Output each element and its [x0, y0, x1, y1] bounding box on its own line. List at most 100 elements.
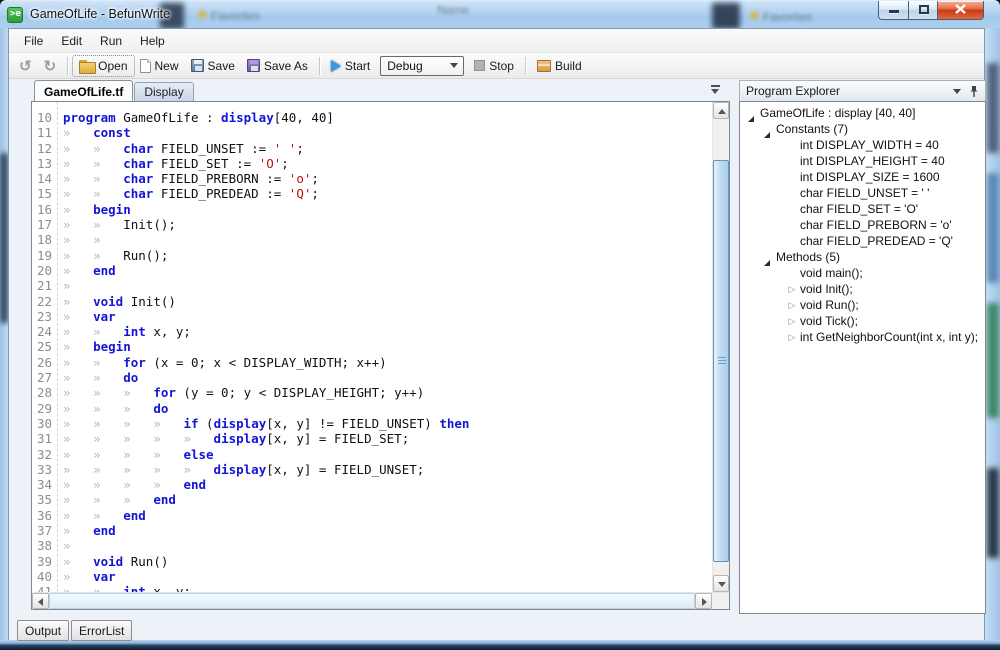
- maximize-icon: [919, 5, 929, 14]
- tab-marker: »: [123, 492, 153, 507]
- start-button[interactable]: Start: [325, 56, 376, 76]
- code-line[interactable]: » » » do: [63, 401, 712, 416]
- tree-item[interactable]: char FIELD_PREDEAD = 'Q': [740, 233, 985, 249]
- code-line[interactable]: »: [63, 538, 712, 553]
- tab-marker: »: [123, 385, 153, 400]
- menu-item-help[interactable]: Help: [131, 31, 174, 51]
- menu-item-edit[interactable]: Edit: [52, 31, 91, 51]
- horizontal-scrollbar[interactable]: [32, 592, 729, 609]
- code-token: char: [123, 156, 153, 171]
- tab-marker: »: [63, 156, 93, 171]
- code-line[interactable]: » » » » if (display[x, y] != FIELD_UNSET…: [63, 416, 712, 431]
- minimize-button[interactable]: [878, 1, 908, 20]
- code-line[interactable]: » » for (x = 0; x < DISPLAY_WIDTH; x++): [63, 355, 712, 370]
- line-number: 25: [32, 339, 52, 354]
- tree-item[interactable]: int GetNeighborCount(int x, int y);: [740, 329, 985, 345]
- code-line[interactable]: » » end: [63, 508, 712, 523]
- tree-item[interactable]: char FIELD_UNSET = ' ': [740, 185, 985, 201]
- code-line[interactable]: » » Init();: [63, 217, 712, 232]
- tree-expander-icon[interactable]: [786, 331, 798, 343]
- tab-gameoflife-tf[interactable]: GameOfLife.tf: [34, 80, 133, 101]
- save-as-button[interactable]: Save As: [241, 56, 314, 76]
- tab-marker: »: [93, 584, 123, 592]
- redo-button[interactable]: [38, 54, 63, 78]
- tree-item[interactable]: int DISPLAY_SIZE = 1600: [740, 169, 985, 185]
- code-line[interactable]: » end: [63, 523, 712, 538]
- tree-item[interactable]: Constants (7): [740, 121, 985, 137]
- scroll-right-button[interactable]: [695, 593, 712, 609]
- code-line[interactable]: » » » » end: [63, 477, 712, 492]
- errorlist-tab[interactable]: ErrorList: [71, 620, 132, 641]
- window-titlebar[interactable]: Favorites Name Favorites GameOfLife - Be…: [0, 0, 1000, 28]
- tree-item-label: void Tick();: [800, 314, 858, 328]
- new-button[interactable]: New: [134, 56, 185, 76]
- menu-item-file[interactable]: File: [15, 31, 52, 51]
- code-line[interactable]: » » char FIELD_PREBORN := 'o';: [63, 171, 712, 186]
- close-button[interactable]: [938, 1, 984, 20]
- tree-item[interactable]: int DISPLAY_WIDTH = 40: [740, 137, 985, 153]
- code-line[interactable]: » » int x, y;: [63, 584, 712, 592]
- line-number: 30: [32, 416, 52, 431]
- code-line[interactable]: » » » » else: [63, 447, 712, 462]
- code-line[interactable]: » » char FIELD_PREDEAD := 'Q';: [63, 186, 712, 201]
- code-line[interactable]: » void Run(): [63, 554, 712, 569]
- tree-item[interactable]: GameOfLife : display [40, 40]: [740, 105, 985, 121]
- code-line[interactable]: » » int x, y;: [63, 324, 712, 339]
- build-button[interactable]: Build: [531, 56, 588, 76]
- code-line[interactable]: » » Run();: [63, 248, 712, 263]
- code-line[interactable]: » var: [63, 569, 712, 584]
- code-line[interactable]: » end: [63, 263, 712, 278]
- scroll-down-button[interactable]: [713, 575, 729, 592]
- document-tab-strip: GameOfLife.tf Display: [31, 80, 730, 101]
- code-line[interactable]: » » char FIELD_UNSET := ' ';: [63, 141, 712, 156]
- tree-expander-icon[interactable]: [786, 315, 798, 327]
- code-lines[interactable]: program GameOfLife : display[40, 40]» co…: [58, 102, 712, 592]
- output-tab[interactable]: Output: [17, 620, 69, 641]
- horizontal-scrollbar-thumb[interactable]: [49, 593, 695, 609]
- tree-item-label: int DISPLAY_SIZE = 1600: [800, 170, 940, 184]
- code-line[interactable]: » » do: [63, 370, 712, 385]
- tree-item[interactable]: void Tick();: [740, 313, 985, 329]
- scroll-left-button[interactable]: [32, 593, 49, 609]
- tree-item[interactable]: void Init();: [740, 281, 985, 297]
- run-mode-dropdown[interactable]: Debug: [380, 56, 464, 76]
- code-line[interactable]: » » » for (y = 0; y < DISPLAY_HEIGHT; y+…: [63, 385, 712, 400]
- code-line[interactable]: » begin: [63, 339, 712, 354]
- tree-item[interactable]: void Run();: [740, 297, 985, 313]
- vertical-scrollbar-thumb[interactable]: [713, 160, 729, 562]
- stop-button[interactable]: Stop: [468, 56, 520, 76]
- tab-display[interactable]: Display: [134, 82, 193, 101]
- maximize-button[interactable]: [908, 1, 938, 20]
- scroll-up-button[interactable]: [713, 102, 729, 119]
- code-line[interactable]: » » » end: [63, 492, 712, 507]
- tree-item[interactable]: int DISPLAY_HEIGHT = 40: [740, 153, 985, 169]
- tree-expander-icon[interactable]: [786, 283, 798, 295]
- code-line[interactable]: » » char FIELD_SET := 'O';: [63, 156, 712, 171]
- code-line[interactable]: » var: [63, 309, 712, 324]
- code-line[interactable]: » »: [63, 232, 712, 247]
- tree-item[interactable]: void main();: [740, 265, 985, 281]
- tree-item[interactable]: char FIELD_PREBORN = 'o': [740, 217, 985, 233]
- panel-menu-icon[interactable]: [953, 89, 961, 94]
- vertical-scrollbar[interactable]: [712, 102, 729, 592]
- pin-icon[interactable]: [969, 85, 979, 98]
- code-line[interactable]: » » » » » display[x, y] = FIELD_UNSET;: [63, 462, 712, 477]
- tree-expander-icon[interactable]: [786, 299, 798, 311]
- code-line[interactable]: program GameOfLife : display[40, 40]: [63, 110, 712, 125]
- code-token: Init();: [123, 217, 176, 232]
- stop-icon: [474, 60, 485, 71]
- open-button[interactable]: Open: [73, 56, 133, 76]
- save-button[interactable]: Save: [185, 56, 241, 76]
- code-line[interactable]: » » » » » display[x, y] = FIELD_SET;: [63, 431, 712, 446]
- window-border-right: [985, 28, 1000, 640]
- code-line[interactable]: » const: [63, 125, 712, 140]
- code-line[interactable]: »: [63, 278, 712, 293]
- tree-item[interactable]: Methods (5): [740, 249, 985, 265]
- tree-item[interactable]: char FIELD_SET = 'O': [740, 201, 985, 217]
- code-line[interactable]: » void Init(): [63, 294, 712, 309]
- line-number: 18: [32, 232, 52, 247]
- tab-overflow-menu-icon[interactable]: [710, 85, 722, 95]
- undo-button[interactable]: [13, 54, 38, 78]
- code-line[interactable]: » begin: [63, 202, 712, 217]
- menu-item-run[interactable]: Run: [91, 31, 131, 51]
